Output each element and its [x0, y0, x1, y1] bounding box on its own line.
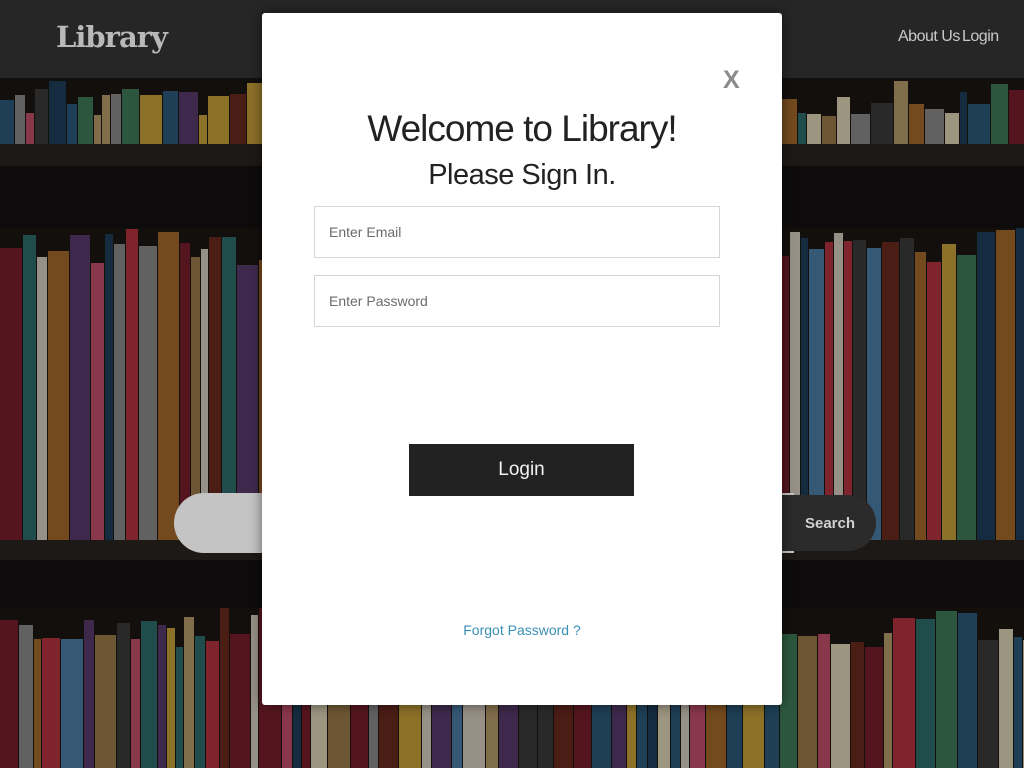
nav-login-link[interactable]: Login [962, 28, 999, 46]
email-field[interactable] [314, 206, 720, 258]
close-modal-button[interactable]: X [723, 68, 740, 93]
login-modal: X Welcome to Library! Please Sign In. Lo… [262, 13, 782, 705]
login-button[interactable]: Login [409, 444, 634, 496]
password-field[interactable] [314, 275, 720, 327]
brand-logo[interactable]: Library [56, 20, 168, 54]
nav-about-us-link[interactable]: About Us [898, 28, 960, 46]
modal-subtitle: Please Sign In. [428, 159, 616, 191]
modal-title: Welcome to Library! [367, 108, 677, 149]
forgot-password-link[interactable]: Forgot Password ? [262, 622, 782, 638]
search-button[interactable]: Search [776, 495, 876, 551]
